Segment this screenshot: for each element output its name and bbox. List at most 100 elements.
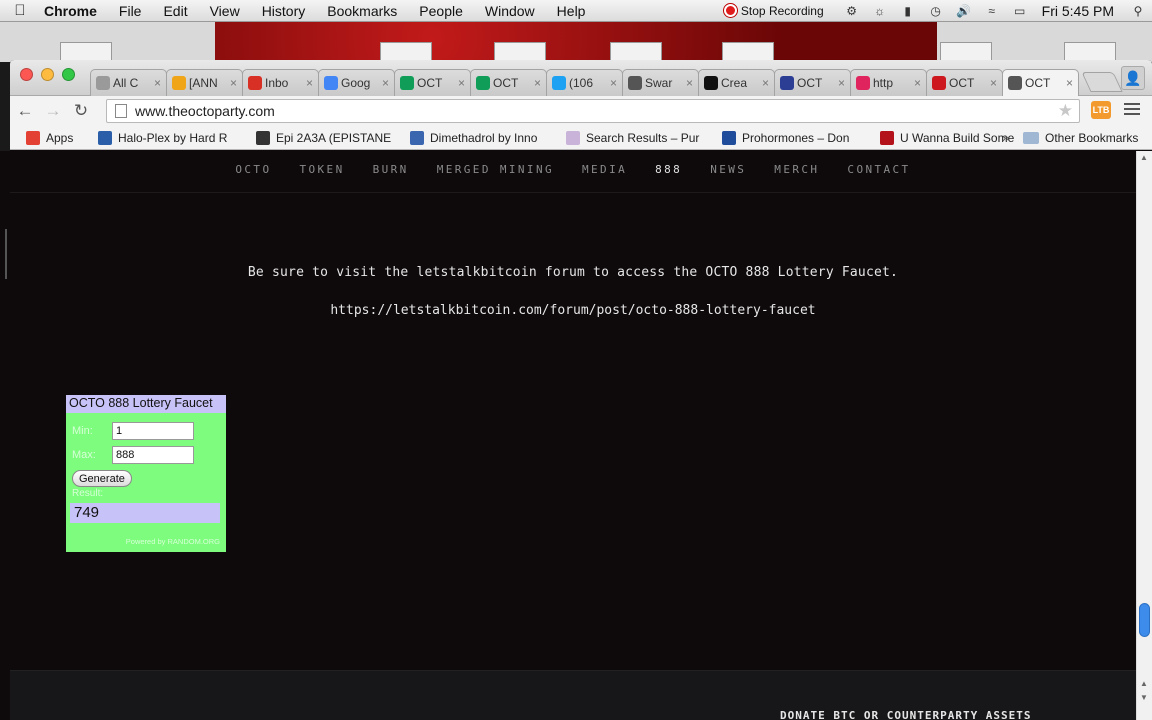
menu-view[interactable]: View bbox=[199, 3, 251, 19]
tab-close-icon[interactable]: × bbox=[990, 76, 997, 90]
generate-button[interactable]: Generate bbox=[72, 470, 132, 487]
forum-link[interactable]: https://letstalkbitcoin.com/forum/post/o… bbox=[10, 303, 1136, 318]
menu-edit[interactable]: Edit bbox=[152, 3, 198, 19]
site-nav-item[interactable]: OCTO bbox=[235, 163, 271, 176]
apple-icon[interactable]:  bbox=[0, 2, 40, 19]
desktop-file-icon[interactable] bbox=[494, 42, 546, 62]
menu-file[interactable]: File bbox=[108, 3, 153, 19]
browser-tab[interactable]: http × bbox=[850, 69, 927, 96]
new-tab-button[interactable] bbox=[1081, 72, 1123, 92]
tab-close-icon[interactable]: × bbox=[458, 76, 465, 90]
desktop-file-icon[interactable] bbox=[1064, 42, 1116, 62]
browser-tab[interactable]: OCT × bbox=[470, 69, 547, 96]
bookmark-item[interactable]: Dimethadrol by Inno bbox=[410, 130, 560, 145]
tab-favicon-icon bbox=[704, 76, 718, 90]
browser-tab[interactable]: (106 × bbox=[546, 69, 623, 96]
menu-bookmarks[interactable]: Bookmarks bbox=[316, 3, 408, 19]
browser-tab[interactable]: Crea × bbox=[698, 69, 775, 96]
bookmark-apps[interactable]: Apps bbox=[26, 130, 92, 145]
time-machine-icon[interactable]: ◷ bbox=[928, 4, 944, 18]
address-bar[interactable]: www.theoctoparty.com ★ bbox=[106, 99, 1080, 123]
faucet-notice: Be sure to visit the letstalkbitcoin for… bbox=[247, 265, 899, 280]
browser-tab[interactable]: All C × bbox=[90, 69, 167, 96]
wifi-icon[interactable]: ≈ bbox=[984, 4, 1000, 18]
window-minimize-button[interactable] bbox=[41, 68, 54, 81]
browser-tab[interactable]: Goog × bbox=[318, 69, 395, 96]
back-arrow-icon[interactable]: ← bbox=[12, 101, 38, 121]
tab-close-icon[interactable]: × bbox=[1066, 76, 1073, 90]
browser-tab[interactable]: OCT × bbox=[394, 69, 471, 96]
other-bookmarks-folder[interactable]: Other Bookmarks bbox=[1023, 131, 1138, 145]
bookmark-star-icon[interactable]: ★ bbox=[1058, 101, 1073, 121]
desktop-file-icon[interactable] bbox=[722, 42, 774, 62]
profile-icon[interactable]: 👤 bbox=[1121, 66, 1145, 90]
min-input[interactable] bbox=[112, 422, 194, 440]
scroll-up-icon[interactable]: ▲ bbox=[1140, 153, 1148, 162]
lottery-faucet-widget: OCTO 888 Lottery Faucet Min: Max: Genera… bbox=[66, 395, 226, 552]
bookmark-item[interactable]: Halo-Plex by Hard R bbox=[98, 130, 250, 145]
site-footer: DONATE BTC OR COUNTERPARTY ASSETS bbox=[10, 670, 1136, 720]
tab-close-icon[interactable]: × bbox=[610, 76, 617, 90]
browser-tab[interactable]: OCT × bbox=[774, 69, 851, 96]
tab-close-icon[interactable]: × bbox=[838, 76, 845, 90]
site-nav-item[interactable]: NEWS bbox=[710, 163, 746, 176]
bookmark-item[interactable]: Epi 2A3A (EPISTANE bbox=[256, 130, 404, 145]
tab-close-icon[interactable]: × bbox=[914, 76, 921, 90]
bookmark-item[interactable]: Prohormones – Don bbox=[722, 130, 874, 145]
site-nav-item[interactable]: BURN bbox=[373, 163, 409, 176]
menu-window[interactable]: Window bbox=[474, 3, 546, 19]
browser-tab[interactable]: Inbo × bbox=[242, 69, 319, 96]
volume-icon[interactable]: 🔊 bbox=[956, 4, 972, 18]
desktop-file-icon[interactable] bbox=[940, 42, 992, 62]
desktop-file-icon[interactable] bbox=[60, 42, 112, 62]
stop-recording-button[interactable]: Stop Recording bbox=[723, 4, 824, 18]
bookmarks-overflow-icon[interactable]: » bbox=[1002, 130, 1009, 145]
chrome-menu-icon[interactable] bbox=[1124, 101, 1140, 117]
scrollbar-thumb[interactable] bbox=[1139, 603, 1150, 637]
menu-history[interactable]: History bbox=[251, 3, 317, 19]
desktop-background bbox=[0, 22, 1152, 62]
site-nav-item[interactable]: MERCH bbox=[774, 163, 819, 176]
tab-close-icon[interactable]: × bbox=[534, 76, 541, 90]
site-nav-item[interactable]: 888 bbox=[655, 163, 682, 176]
tab-close-icon[interactable]: × bbox=[382, 76, 389, 90]
window-close-button[interactable] bbox=[20, 68, 33, 81]
browser-tab[interactable]: OCT × bbox=[1002, 69, 1079, 96]
tool-icon[interactable]: ⚙ bbox=[844, 4, 860, 18]
scroll-down-icon[interactable]: ▼ bbox=[1140, 693, 1148, 702]
tab-favicon-icon bbox=[172, 76, 186, 90]
site-nav-item[interactable]: MERGED MINING bbox=[437, 163, 554, 176]
site-nav-item[interactable]: TOKEN bbox=[299, 163, 344, 176]
tab-close-icon[interactable]: × bbox=[686, 76, 693, 90]
forward-arrow-icon[interactable]: → bbox=[40, 101, 66, 121]
tab-close-icon[interactable]: × bbox=[306, 76, 313, 90]
window-zoom-button[interactable] bbox=[62, 68, 75, 81]
tab-close-icon[interactable]: × bbox=[762, 76, 769, 90]
menu-app-name[interactable]: Chrome bbox=[40, 3, 108, 19]
battery-meter-icon[interactable]: ▮ bbox=[900, 4, 916, 18]
reload-icon[interactable]: ↻ bbox=[68, 101, 94, 121]
bookmark-item[interactable]: Search Results – Pur bbox=[566, 130, 716, 145]
browser-tab[interactable]: [ANN × bbox=[166, 69, 243, 96]
menu-clock[interactable]: Fri 5:45 PM bbox=[1042, 3, 1114, 19]
tab-close-icon[interactable]: × bbox=[154, 76, 161, 90]
scroll-up-icon[interactable]: ▲ bbox=[1140, 679, 1148, 688]
desktop-file-icon[interactable] bbox=[610, 42, 662, 62]
site-nav-item[interactable]: CONTACT bbox=[847, 163, 910, 176]
url-text[interactable]: www.theoctoparty.com bbox=[135, 103, 275, 119]
max-input[interactable] bbox=[112, 446, 194, 464]
min-row: Min: bbox=[72, 422, 194, 440]
site-nav-item[interactable]: MEDIA bbox=[582, 163, 627, 176]
ltb-extension-icon[interactable]: LTB bbox=[1091, 101, 1111, 119]
menu-help[interactable]: Help bbox=[546, 3, 597, 19]
gear-icon[interactable]: ☼ bbox=[872, 4, 888, 18]
spotlight-search-icon[interactable]: ⚲ bbox=[1130, 4, 1146, 18]
menu-people[interactable]: People bbox=[408, 3, 474, 19]
desktop-file-icon[interactable] bbox=[380, 42, 432, 62]
browser-tab[interactable]: Swar × bbox=[622, 69, 699, 96]
tab-close-icon[interactable]: × bbox=[230, 76, 237, 90]
battery-icon[interactable]: ▭ bbox=[1012, 4, 1028, 18]
browser-tab[interactable]: OCT × bbox=[926, 69, 1003, 96]
page-scrollbar[interactable]: ▲ ▲ ▼ bbox=[1136, 151, 1152, 720]
powered-by-link[interactable]: Powered by RANDOM.ORG bbox=[126, 537, 220, 546]
